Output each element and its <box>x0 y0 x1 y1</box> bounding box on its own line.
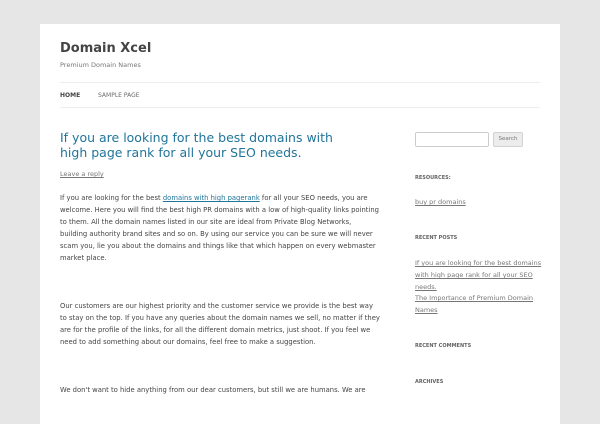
recent-comments-title: Recent Comments <box>415 343 472 349</box>
site-tagline: Premium Domain Names <box>60 61 141 69</box>
nav-item-sample-page[interactable]: Sample Page <box>98 92 140 99</box>
text: for all your SEO needs, you are welcome.… <box>60 194 379 262</box>
recent-post-link[interactable]: If you are looking for the best domains … <box>415 257 550 293</box>
resources-title: Resources: <box>415 175 451 181</box>
search-button[interactable]: Search <box>493 132 523 147</box>
recent-posts-title: Recent Posts <box>415 235 458 241</box>
page: Domain Xcel Premium Domain Names Home Sa… <box>40 24 560 424</box>
post-paragraph-3: We don't want to hide anything from our … <box>60 386 366 394</box>
domains-link[interactable]: domains with high pagerank <box>163 194 260 202</box>
post-paragraph-1: If you are looking for the best domains … <box>60 192 380 264</box>
post-title[interactable]: If you are looking for the best domains … <box>60 130 360 160</box>
recent-post-link[interactable]: The Importance of Premium Domain Names <box>415 292 550 316</box>
archives-title: Archives <box>415 379 444 385</box>
nav-item-home[interactable]: Home <box>60 92 80 99</box>
nav-divider-bottom <box>60 107 540 108</box>
search-input[interactable] <box>415 132 489 147</box>
post-paragraph-2: Our customers are our highest priority a… <box>60 302 380 346</box>
leave-reply-link[interactable]: Leave a reply <box>60 170 104 178</box>
resources-link[interactable]: buy pr domains <box>415 196 550 208</box>
text: If you are looking for the best <box>60 194 163 202</box>
nav-divider-top <box>60 82 540 83</box>
site-title[interactable]: Domain Xcel <box>60 41 151 56</box>
